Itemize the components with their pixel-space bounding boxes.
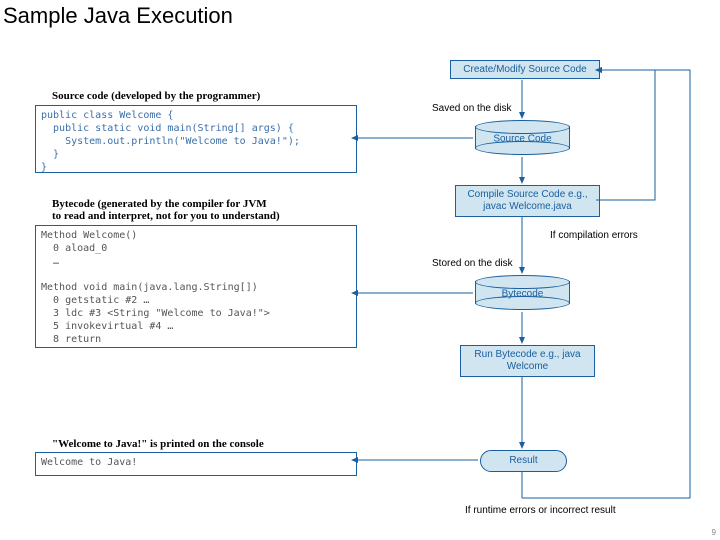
label-comp-err: If compilation errors bbox=[550, 230, 638, 241]
flow-compile: Compile Source Code e.g., javac Welcome.… bbox=[455, 185, 600, 217]
source-code-box: public class Welcome { public static voi… bbox=[35, 105, 357, 173]
page-title: Sample Java Execution bbox=[3, 3, 233, 29]
flow-create: Create/Modify Source Code bbox=[450, 60, 600, 79]
label-run-err: If runtime errors or incorrect result bbox=[465, 505, 616, 516]
cylinder-source: Source Code bbox=[475, 120, 570, 155]
caption-bytecode: Bytecode (generated by the compiler for … bbox=[52, 198, 280, 222]
label-stored: Stored on the disk bbox=[432, 258, 513, 269]
caption-source: Source code (developed by the programmer… bbox=[52, 90, 260, 102]
cylinder-source-label: Source Code bbox=[475, 133, 570, 144]
bytecode-box: Method Welcome() 0 aload_0 … Method void… bbox=[35, 225, 357, 348]
cylinder-bytecode: Bytecode bbox=[475, 275, 570, 310]
caption-console: "Welcome to Java!" is printed on the con… bbox=[52, 438, 264, 450]
flow-run: Run Bytecode e.g., java Welcome bbox=[460, 345, 595, 377]
output-box: Welcome to Java! bbox=[35, 452, 357, 476]
flow-result: Result bbox=[480, 450, 567, 472]
label-saved: Saved on the disk bbox=[432, 103, 512, 114]
page-number: 9 bbox=[712, 528, 716, 537]
cylinder-bytecode-label: Bytecode bbox=[475, 288, 570, 299]
